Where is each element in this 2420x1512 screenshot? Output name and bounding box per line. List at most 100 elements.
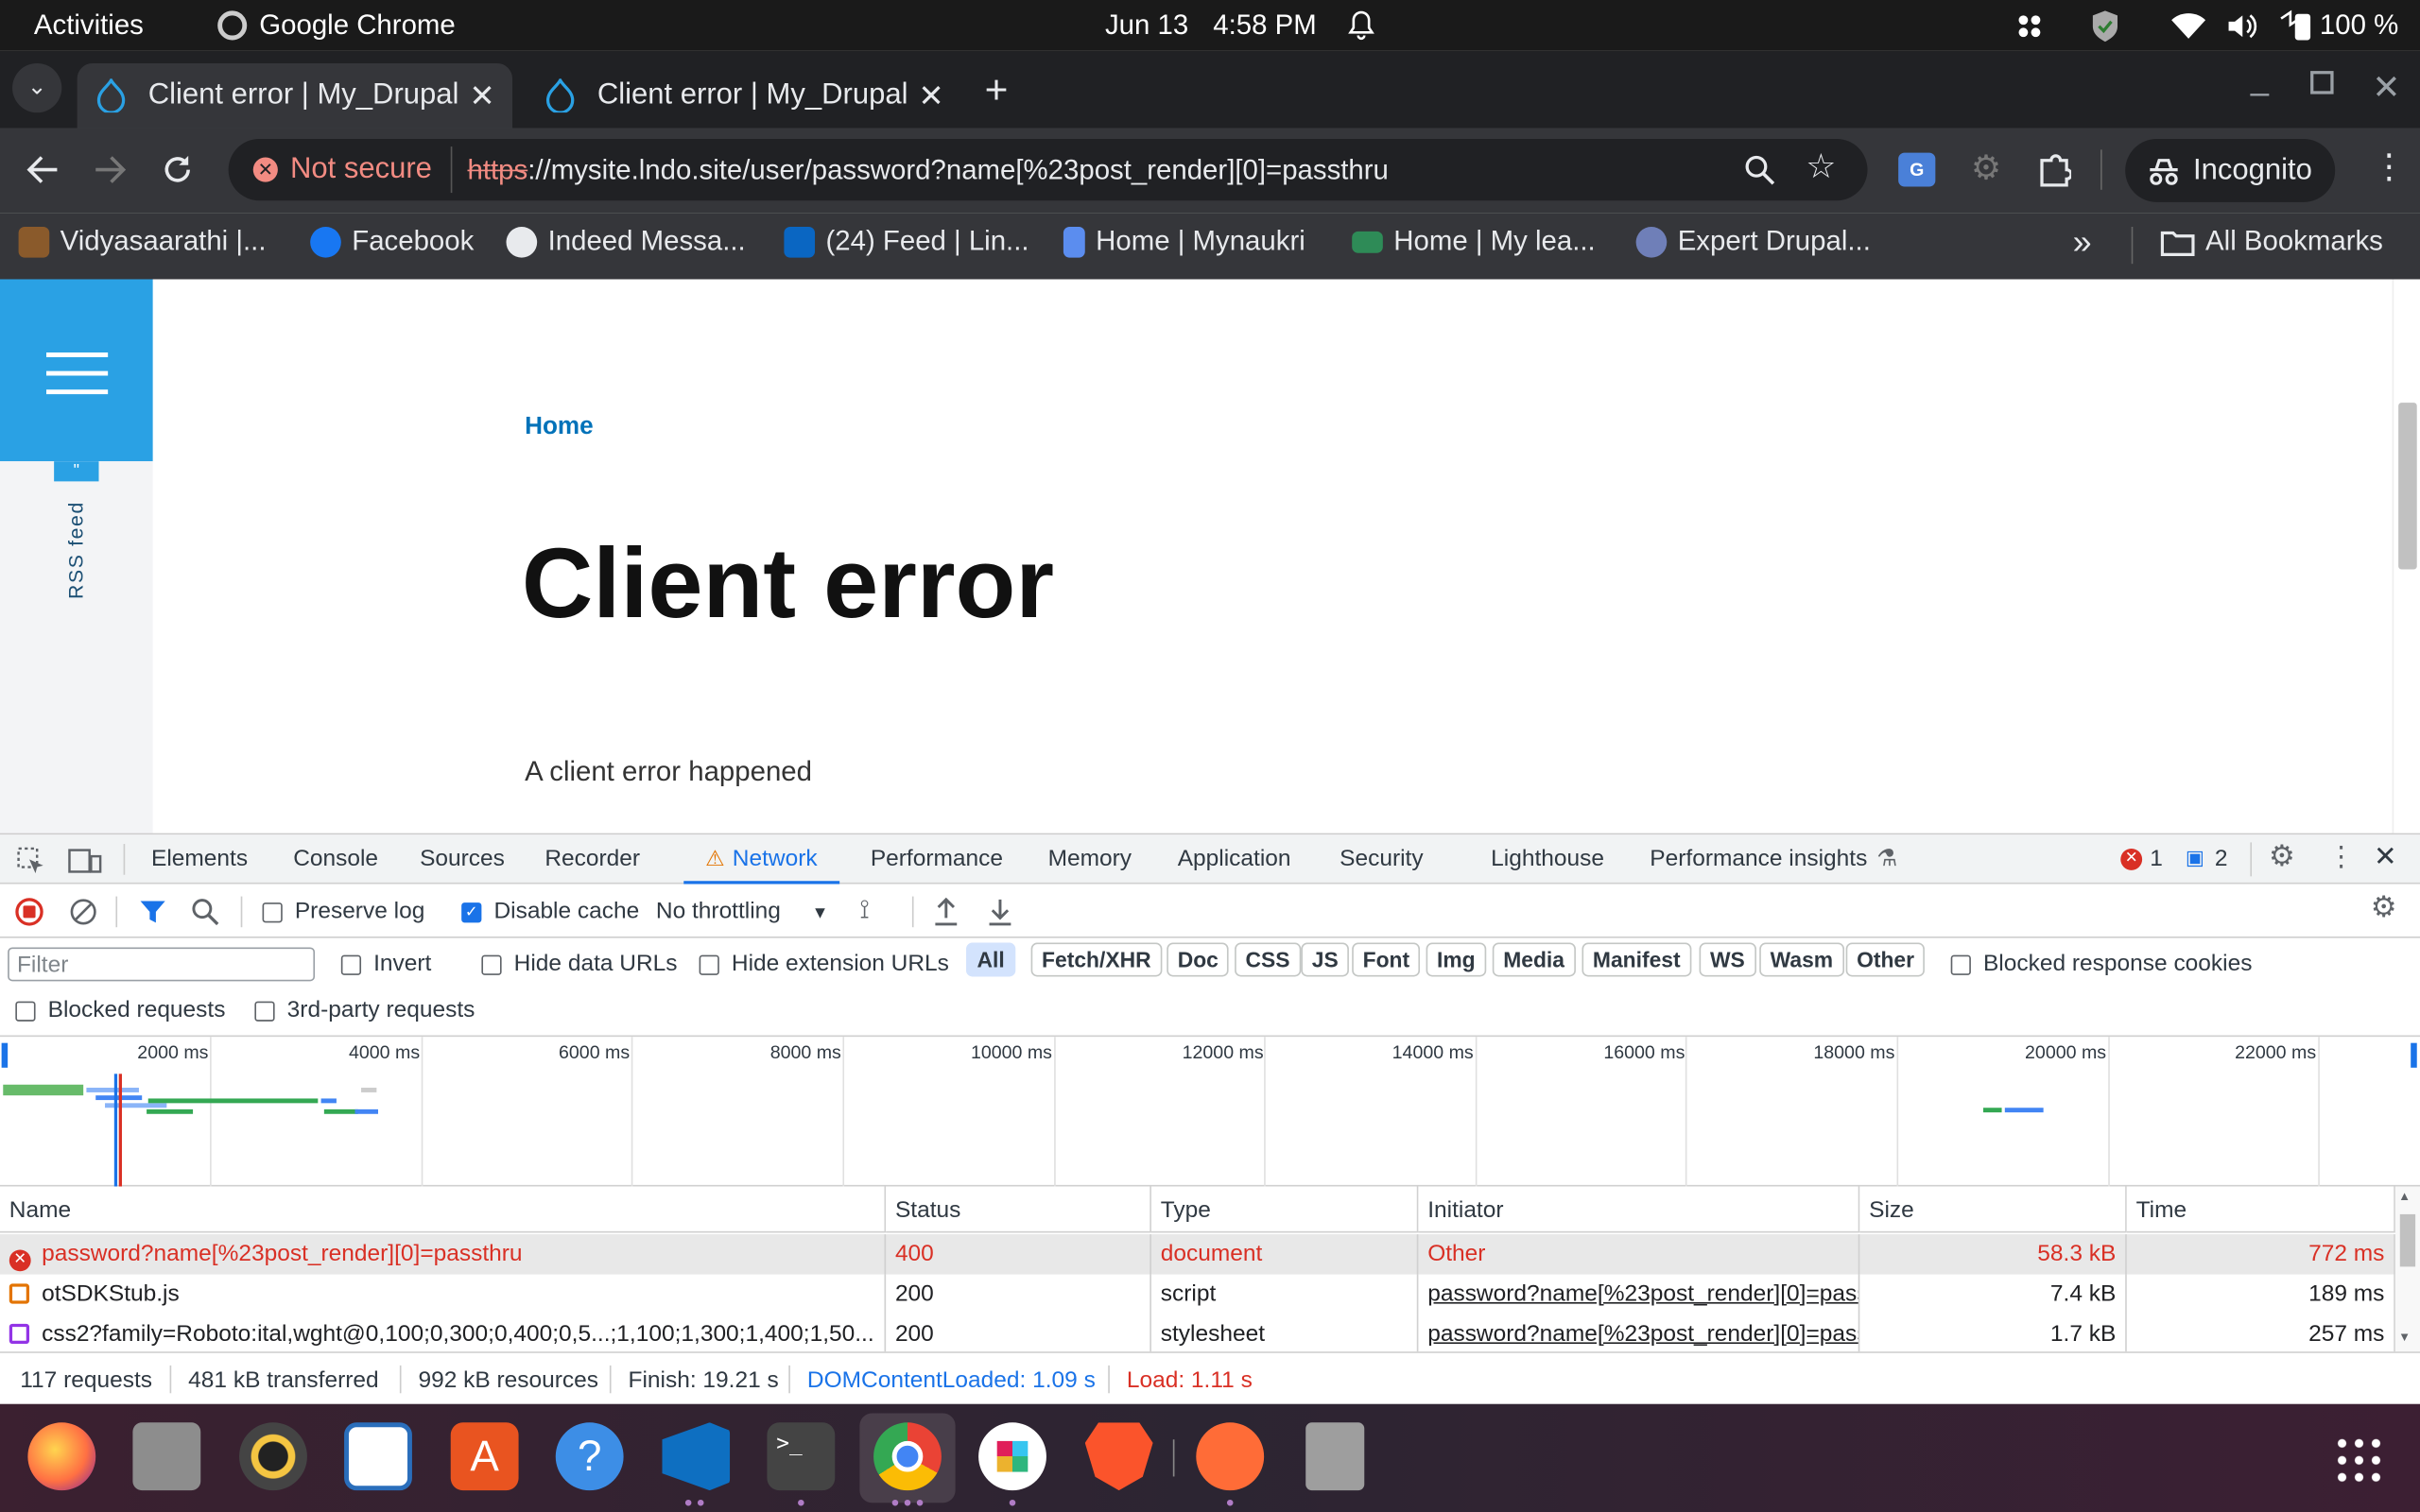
network-conditions-icon[interactable]: ⟟ <box>859 895 869 926</box>
table-row[interactable]: ✕ password?name[%23post_render][0]=passth… <box>0 1234 2395 1275</box>
tab-application[interactable]: Application <box>1178 846 1291 872</box>
column-header-initiator[interactable]: Initiator <box>1418 1186 1860 1233</box>
network-overview[interactable]: 2000 ms 4000 ms 6000 ms 8000 ms 10000 ms… <box>0 1037 2420 1187</box>
show-apps-grid-icon[interactable] <box>2333 1435 2383 1485</box>
tab-console[interactable]: Console <box>293 846 378 872</box>
tab-performance[interactable]: Performance <box>871 846 1003 872</box>
files-icon[interactable] <box>132 1422 201 1491</box>
all-bookmarks-button[interactable]: All Bookmarks <box>2160 225 2383 257</box>
overview-handle-left[interactable] <box>1 1042 9 1068</box>
table-scrollbar[interactable]: ▲ ▼ <box>2394 1186 2420 1352</box>
error-count-icon[interactable]: ✕ <box>2120 848 2143 870</box>
extension-gear-icon[interactable]: ⚙ <box>1971 148 2001 188</box>
type-filter-js[interactable]: JS <box>1301 942 1350 977</box>
type-filter-media[interactable]: Media <box>1492 942 1576 977</box>
type-filter-wasm[interactable]: Wasm <box>1759 942 1844 977</box>
firefox-icon[interactable] <box>27 1422 96 1491</box>
bookmark-item[interactable]: Vidyasaarathi |... <box>18 225 267 257</box>
column-header-time[interactable]: Time <box>2126 1186 2395 1233</box>
error-count[interactable]: 1 <box>2150 846 2163 872</box>
rhythmbox-icon[interactable] <box>239 1422 307 1491</box>
cell-initiator-link[interactable]: password?name[%23post_render][0]=pass <box>1418 1274 1860 1315</box>
back-arrow-icon[interactable] <box>26 154 60 185</box>
throttling-select[interactable]: No throttling ▼ <box>656 898 828 924</box>
message-count-icon[interactable]: ▣ <box>2186 846 2204 870</box>
import-har-icon[interactable] <box>932 897 959 928</box>
page-scrollbar[interactable] <box>2392 279 2420 833</box>
clear-icon[interactable] <box>69 898 96 925</box>
rss-feed-link[interactable]: RSS feed <box>64 481 87 620</box>
bookmark-item[interactable]: Home | Mynaukri <box>1063 225 1305 257</box>
table-row[interactable]: css2?family=Roboto:ital,wght@0,100;0,300… <box>0 1314 2395 1355</box>
close-window-button[interactable]: ✕ <box>2372 68 2400 108</box>
network-settings-icon[interactable]: ⚙ <box>2371 890 2397 926</box>
tab-network[interactable]: ⚠ Network <box>683 834 839 885</box>
type-filter-fetch[interactable]: Fetch/XHR <box>1030 942 1163 977</box>
translate-extension-icon[interactable]: G <box>1898 152 1936 187</box>
device-toolbar-icon[interactable] <box>68 847 102 874</box>
type-filter-img[interactable]: Img <box>1426 942 1487 977</box>
minimize-button[interactable]: – <box>2250 73 2269 112</box>
invert-checkbox[interactable]: Invert <box>340 951 431 976</box>
type-filter-all[interactable]: All <box>966 942 1016 977</box>
record-stop-button[interactable] <box>15 898 43 926</box>
third-party-checkbox[interactable]: 3rd-party requests <box>254 997 475 1022</box>
terminal-icon[interactable]: >_ <box>767 1422 836 1491</box>
extensions-puzzle-icon[interactable] <box>2037 151 2072 188</box>
date-label[interactable]: Jun 13 <box>1105 9 1188 42</box>
bookmark-item[interactable]: Home | My lea... <box>1352 225 1596 257</box>
new-tab-button[interactable]: + <box>985 66 1009 114</box>
scroll-up-arrow-icon[interactable]: ▲ <box>2398 1190 2411 1204</box>
table-row[interactable]: otSDKStub.js 200 script password?name[%2… <box>0 1274 2395 1315</box>
rss-feed-icon[interactable]: " <box>54 461 99 482</box>
chrome-menu-icon[interactable]: ⋮ <box>2372 146 2406 186</box>
inspect-element-icon[interactable] <box>17 847 44 874</box>
menu-toggle[interactable] <box>0 279 153 462</box>
search-icon[interactable] <box>191 898 219 926</box>
cell-initiator-link[interactable]: password?name[%23post_render][0]=pass <box>1418 1314 1860 1355</box>
column-header-name[interactable]: Name <box>0 1186 887 1233</box>
filter-funnel-icon[interactable] <box>139 898 166 925</box>
tab-search-button[interactable]: ⌄ <box>12 62 62 113</box>
more-bookmarks-chevron-icon[interactable]: » <box>2073 222 2092 262</box>
message-count[interactable]: 2 <box>2215 846 2228 872</box>
type-filter-ws[interactable]: WS <box>1699 942 1756 977</box>
blocked-requests-checkbox[interactable]: Blocked requests <box>15 997 225 1022</box>
devtools-close-icon[interactable]: ✕ <box>2374 841 2397 873</box>
devtools-menu-icon[interactable]: ⋮ <box>2327 841 2355 873</box>
column-header-type[interactable]: Type <box>1150 1186 1419 1233</box>
activities-button[interactable]: Activities <box>34 9 144 42</box>
disable-cache-checkbox[interactable]: ✓ Disable cache <box>461 898 639 924</box>
type-filter-manifest[interactable]: Manifest <box>1582 942 1692 977</box>
tab-active[interactable]: Client error | My_Drupal ✕ <box>77 62 513 129</box>
filter-input[interactable]: Filter <box>8 947 316 982</box>
security-chip[interactable]: ✕ Not secure <box>250 146 453 194</box>
tab-memory[interactable]: Memory <box>1048 846 1132 872</box>
scroll-down-arrow-icon[interactable]: ▼ <box>2398 1330 2411 1344</box>
tab-lighthouse[interactable]: Lighthouse <box>1491 846 1604 872</box>
maximize-button[interactable] <box>2310 71 2334 94</box>
scrollbar-thumb[interactable] <box>2399 1213 2416 1267</box>
bookmark-item[interactable]: (24) Feed | Lin... <box>784 225 1029 257</box>
trash-icon[interactable] <box>1305 1422 1365 1491</box>
app-center-icon[interactable]: A <box>450 1422 519 1491</box>
type-filter-other[interactable]: Other <box>1845 942 1926 977</box>
column-header-size[interactable]: Size <box>1859 1186 2127 1233</box>
clock-label[interactable]: 4:58 PM <box>1213 9 1316 42</box>
bookmark-star-icon[interactable]: ☆ <box>1806 146 1836 186</box>
vscode-icon[interactable] <box>662 1422 731 1491</box>
bookmark-item[interactable]: Facebook <box>310 225 474 257</box>
tab-close-icon[interactable]: ✕ <box>469 77 494 115</box>
tab-inactive[interactable]: Client error | My_Drupal ✕ <box>527 63 961 129</box>
zoom-icon[interactable] <box>1744 154 1775 185</box>
preserve-log-checkbox[interactable]: Preserve log <box>262 898 424 924</box>
scrollbar-thumb[interactable] <box>2398 403 2417 570</box>
tab-elements[interactable]: Elements <box>151 846 248 872</box>
chrome-dock-icon[interactable] <box>873 1422 942 1491</box>
writer-icon[interactable] <box>344 1422 412 1491</box>
tab-security[interactable]: Security <box>1340 846 1423 872</box>
incognito-chip[interactable]: Incognito <box>2125 138 2336 202</box>
brave-icon[interactable] <box>1084 1422 1153 1491</box>
overview-handle-right[interactable] <box>2411 1042 2417 1068</box>
breadcrumb-home[interactable]: Home <box>525 414 594 441</box>
